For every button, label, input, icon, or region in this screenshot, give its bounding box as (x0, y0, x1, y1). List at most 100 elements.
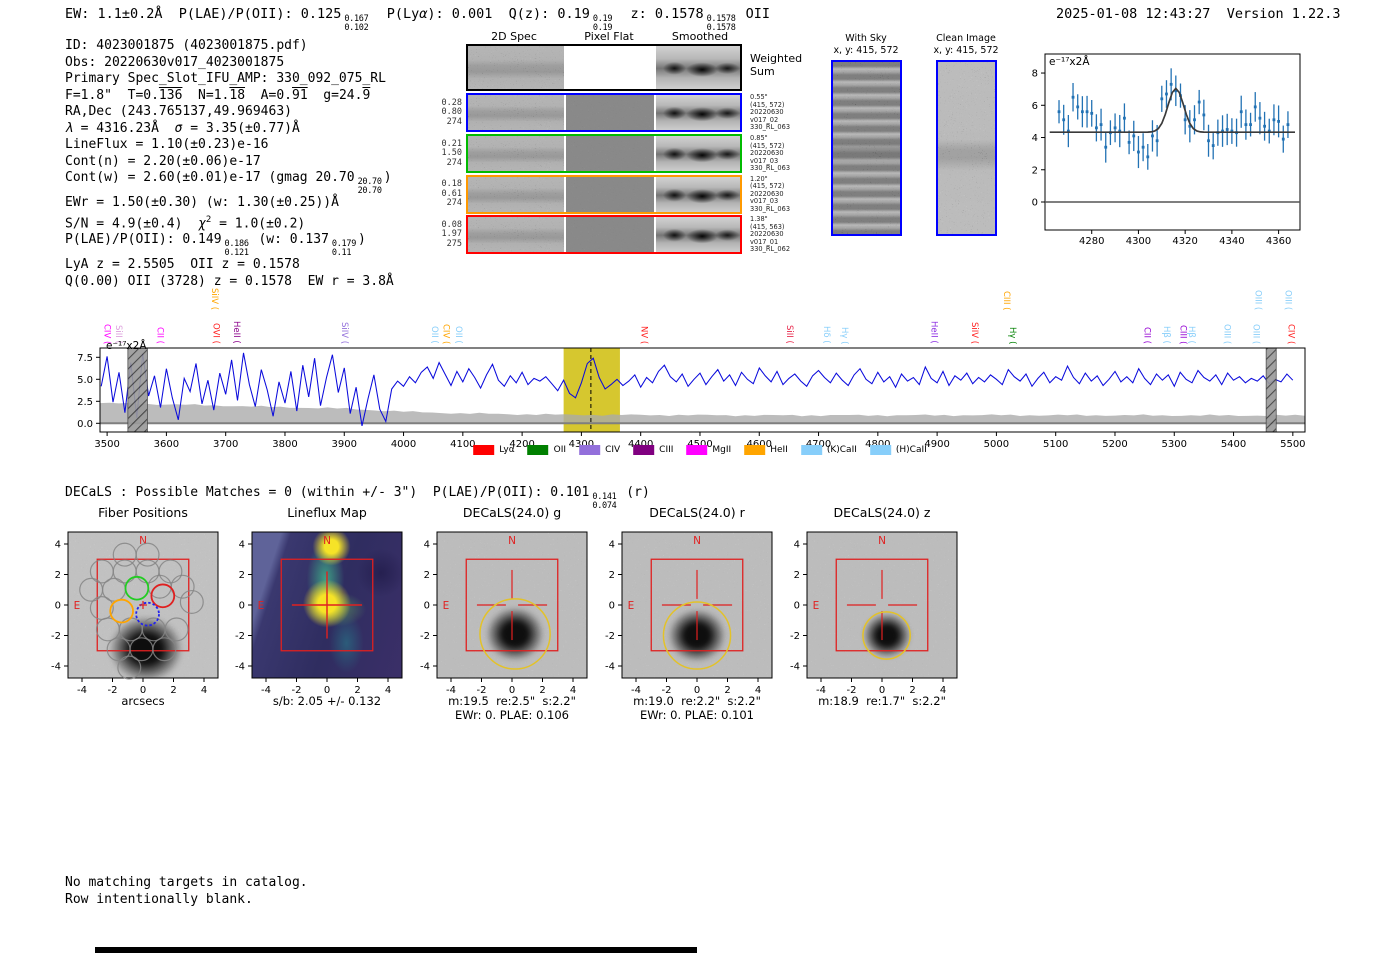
meta-gap (1210, 6, 1226, 22)
svg-text:7.5: 7.5 (77, 353, 93, 364)
svg-text:0: 0 (1032, 198, 1038, 209)
spec2d-col-header: Smoothed (671, 30, 729, 43)
legend-label: OII (553, 445, 567, 455)
svg-text:-2: -2 (235, 631, 245, 642)
footer-note: No matching targets in catalog. Row inte… (65, 875, 308, 908)
with-sky-coords: x, y: 415, 572 (833, 44, 899, 56)
svg-text:4: 4 (55, 540, 61, 551)
spec2d-cell-raw (468, 176, 564, 212)
svg-text:E: E (74, 600, 81, 612)
footer-line-2: Row intentionally blank. (65, 891, 253, 907)
full-spectrum-chart: 3500360037003800390040004100420043004400… (60, 268, 1340, 470)
svg-text:E: E (443, 600, 450, 612)
svg-text:5200: 5200 (1102, 439, 1127, 450)
spectral-line-label: CIV ( (1285, 323, 1296, 344)
svg-text:0: 0 (794, 601, 800, 612)
summary-header-line: EW: 1.1±0.2Å P(LAE)/P(OII): 0.125 0.167 0.… (65, 6, 771, 33)
spec2d-row-right-labels: 1.20" (415, 572) 20220630 v017_03 330_RL_063 (750, 174, 791, 213)
spectral-line-label: Hβ ( (1161, 326, 1172, 344)
legend-item: (H)CaII (869, 445, 927, 455)
svg-text:-4: -4 (51, 662, 61, 673)
spec2d-cutout-grid (466, 44, 746, 254)
svg-text:4320: 4320 (1172, 236, 1197, 246)
spectral-line-label: OIII ( (1221, 323, 1232, 344)
spec2d-cell-flat (566, 176, 654, 212)
spec2d-cell-flat (566, 136, 654, 171)
svg-text:4900: 4900 (924, 439, 949, 450)
svg-text:5000: 5000 (984, 439, 1009, 450)
spectral-line-label: Hγ ( (839, 326, 850, 344)
spec2d-row (466, 134, 742, 173)
spec2d-row-left-labels: 0.18 0.61 274 (441, 179, 462, 208)
svg-text:-2: -2 (605, 631, 615, 642)
svg-text:0: 0 (55, 601, 61, 612)
spectral-line-label: Hγ ( (1006, 326, 1017, 344)
svg-text:0.0: 0.0 (77, 419, 93, 430)
spectral-line-label: CIV ( (440, 323, 451, 344)
svg-text:5300: 5300 (1162, 439, 1187, 450)
with-sky-title-text: With Sky (845, 33, 887, 44)
line-fit-inset-chart: 4280 4300 4320 4340 4360 0 2 4 6 8 (1030, 46, 1340, 246)
svg-text:-4: -4 (605, 662, 615, 673)
svg-text:5100: 5100 (1043, 439, 1068, 450)
spec2d-cell-raw (468, 95, 564, 130)
spectral-line-label: SiIV ( (968, 321, 979, 344)
legend-label: (K)CaII (826, 445, 857, 455)
legend-label: Lyα (499, 445, 515, 455)
svg-text:8: 8 (1032, 69, 1038, 80)
spec2d-row (466, 93, 742, 132)
svg-text:4000: 4000 (391, 439, 416, 450)
info-line-6: λ = 4316.23Å σ = 3.35(±0.77)Å (65, 120, 300, 136)
report-datetime: 2025-01-08 12:43:27 (1056, 6, 1211, 22)
svg-text:N: N (508, 535, 516, 547)
next-section-cutoff-bar (95, 947, 697, 953)
spectral-line-label: NV ( (638, 325, 649, 344)
legend-item: Lyα (473, 445, 515, 455)
spec2d-row-right-labels: 1.38" (415, 563) 20220630 v017_01 330_RL_062 (750, 215, 791, 253)
svg-text:4100: 4100 (450, 439, 475, 450)
spectral-line-label: CII ( (154, 327, 165, 344)
svg-text:4: 4 (1032, 133, 1038, 144)
spec2d-cell-smoothed (656, 176, 740, 212)
legend-label: CIV (605, 445, 621, 455)
svg-text:2: 2 (239, 570, 245, 581)
spectral-line-label: OIII ( (1250, 323, 1261, 344)
svg-text:4: 4 (609, 540, 615, 551)
spectral-line-label: HeII ( (230, 321, 241, 344)
spec2d-row (466, 174, 742, 214)
panel-title: DECaLS(24.0) z (833, 505, 931, 520)
inset-flux-units-label: e⁻¹⁷x2Å (1049, 56, 1090, 68)
spectral-line-label: HeII ( (928, 321, 939, 344)
with-sky-title: With Sky x, y: 415, 572 (816, 33, 916, 56)
elixer-report-page: EW: 1.1±0.2Å P(LAE)/P(OII): 0.125 0.167 0.… (0, 0, 1400, 953)
spec2d-cell-raw (468, 136, 564, 171)
info-line-3: Primary Spec_Slot_IFU_AMP: 330_092_075_R… (65, 71, 386, 86)
svg-text:4: 4 (239, 540, 245, 551)
legend-label: MgII (712, 445, 732, 455)
svg-text:4360: 4360 (1266, 236, 1291, 246)
legend-item: (K)CaII (800, 445, 857, 455)
spec2d-row (466, 44, 742, 91)
svg-text:3800: 3800 (272, 439, 297, 450)
svg-text:-4: -4 (790, 662, 800, 673)
inset-plot-svg: 4280 4300 4320 4340 4360 0 2 4 6 8 (1032, 53, 1301, 246)
svg-text:-2: -2 (51, 631, 61, 642)
info-line-5: RA,Dec (243.765137,49.969463) (65, 104, 292, 119)
legend-item: MgII (686, 445, 731, 455)
legend-swatch (800, 445, 822, 455)
spec2d-row-right-labels: Weighted Sum (750, 52, 803, 78)
svg-text:3700: 3700 (213, 439, 238, 450)
svg-text:4: 4 (424, 540, 430, 551)
svg-text:N: N (323, 535, 331, 547)
legend-swatch (744, 445, 766, 455)
spectrum-legend: Lyα OII CIV CIII MgII HeII (K)CaII (H)CaII (473, 445, 927, 455)
legend-item: OII (527, 445, 567, 455)
spectral-line-label: CII ( (1141, 327, 1152, 344)
info-line-8: Cont(n) = 2.20(±0.06)e-17 (65, 153, 261, 169)
svg-text:-4: -4 (235, 662, 245, 673)
legend-swatch (633, 445, 655, 455)
svg-text:N: N (693, 535, 701, 547)
panel-axes-svg: -4-4-2-2002244 NE (790, 531, 958, 696)
spec2d-cell-smoothed (656, 95, 740, 130)
spec2d-cell-flat (566, 95, 654, 130)
